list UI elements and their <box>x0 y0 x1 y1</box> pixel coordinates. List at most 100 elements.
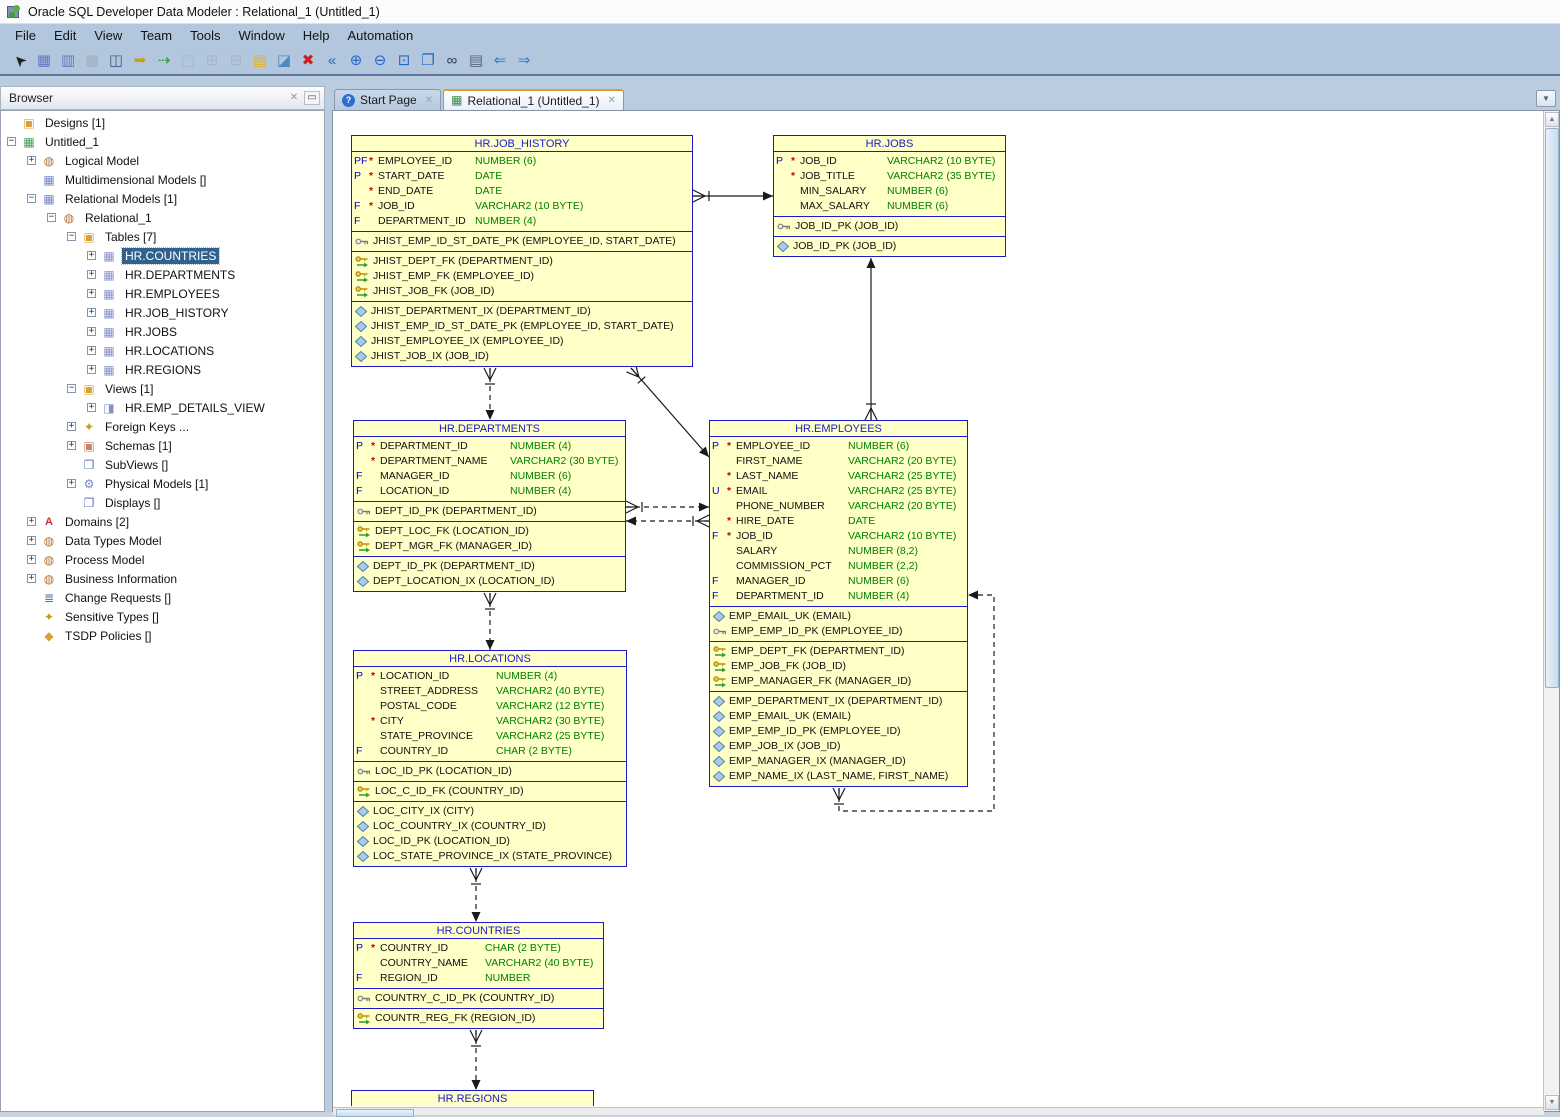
indexes-row[interactable]: LOC_STATE_PROVINCE_IX (STATE_PROVINCE) <box>354 849 626 864</box>
scroll-down-icon[interactable]: ▼ <box>1545 1095 1559 1110</box>
foreign-keys-row[interactable]: EMP_DEPT_FK (DEPARTMENT_ID) <box>710 644 967 659</box>
column-row[interactable]: P*EMPLOYEE_IDNUMBER (6) <box>710 439 967 454</box>
column-row[interactable]: *DEPARTMENT_NAMEVARCHAR2 (30 BYTE) <box>354 454 625 469</box>
menu-team[interactable]: Team <box>131 26 181 45</box>
select-pointer-icon[interactable]: ➤ <box>9 49 31 71</box>
indexes-row[interactable]: DEPT_LOCATION_IX (LOCATION_ID) <box>354 574 625 589</box>
entity-title[interactable]: HR.LOCATIONS <box>354 651 626 667</box>
tree-item-hr-locations[interactable]: +▦HR.LOCATIONS <box>1 341 324 360</box>
entity-hr-jobs[interactable]: HR.JOBSP*JOB_IDVARCHAR2 (10 BYTE)*JOB_TI… <box>773 135 1006 257</box>
keys-row[interactable]: EMP_EMAIL_UK (EMAIL) <box>710 609 967 624</box>
column-row[interactable]: F*JOB_IDVARCHAR2 (10 BYTE) <box>352 199 692 214</box>
tab-list-dropdown-icon[interactable]: ▼ <box>1536 90 1556 107</box>
tree-item-schemas-1[interactable]: +▣Schemas [1] <box>1 436 324 455</box>
column-row[interactable]: SALARYNUMBER (8,2) <box>710 544 967 559</box>
entity-title[interactable]: HR.DEPARTMENTS <box>354 421 625 437</box>
column-row[interactable]: FLOCATION_IDNUMBER (4) <box>354 484 625 499</box>
tab-start-page[interactable]: ?Start Page✕ <box>334 89 441 110</box>
entity-title[interactable]: HR.COUNTRIES <box>354 923 603 939</box>
column-row[interactable]: P*JOB_IDVARCHAR2 (10 BYTE) <box>774 154 1005 169</box>
column-row[interactable]: STREET_ADDRESSVARCHAR2 (40 BYTE) <box>354 684 626 699</box>
foreign-keys-row[interactable]: JHIST_JOB_FK (JOB_ID) <box>352 284 692 299</box>
tree-item-business-information[interactable]: +◍Business Information <box>1 569 324 588</box>
column-row[interactable]: STATE_PROVINCEVARCHAR2 (25 BYTE) <box>354 729 626 744</box>
foreign-keys-row[interactable]: EMP_MANAGER_FK (MANAGER_ID) <box>710 674 967 689</box>
new-view-icon[interactable]: ▥ <box>57 49 79 71</box>
collapse-all-icon[interactable]: « <box>321 49 343 71</box>
expand-icon[interactable]: + <box>67 422 76 431</box>
column-row[interactable]: PHONE_NUMBERVARCHAR2 (20 BYTE) <box>710 499 967 514</box>
expand-icon[interactable]: + <box>27 574 36 583</box>
collapse-icon[interactable]: − <box>67 384 76 393</box>
expand-icon[interactable]: + <box>87 403 96 412</box>
column-row[interactable]: FIRST_NAMEVARCHAR2 (20 BYTE) <box>710 454 967 469</box>
foreign-keys-row[interactable]: JHIST_EMP_FK (EMPLOYEE_ID) <box>352 269 692 284</box>
panel-close-icon[interactable]: ✕ <box>286 91 302 105</box>
column-row[interactable]: *LAST_NAMEVARCHAR2 (25 BYTE) <box>710 469 967 484</box>
entity-title[interactable]: HR.EMPLOYEES <box>710 421 967 437</box>
tree-item-hr-departments[interactable]: +▦HR.DEPARTMENTS <box>1 265 324 284</box>
keys-row[interactable]: DEPT_ID_PK (DEPARTMENT_ID) <box>354 504 625 519</box>
foreign-keys-row[interactable]: LOC_C_ID_FK (COUNTRY_ID) <box>354 784 626 799</box>
entity-hr-job-history[interactable]: HR.JOB_HISTORYPF*EMPLOYEE_IDNUMBER (6)P*… <box>351 135 693 367</box>
panel-splitter[interactable] <box>325 86 332 1112</box>
tree-item-hr-emp-details-view[interactable]: +◨HR.EMP_DETAILS_VIEW <box>1 398 324 417</box>
zoom-in-icon[interactable]: ⊕ <box>345 49 367 71</box>
expand-icon[interactable]: + <box>87 308 96 317</box>
column-row[interactable]: P*DEPARTMENT_IDNUMBER (4) <box>354 439 625 454</box>
resize-window-icon[interactable]: ❐ <box>417 49 439 71</box>
tree-item-data-types-model[interactable]: +◍Data Types Model <box>1 531 324 550</box>
entity-hr-locations[interactable]: HR.LOCATIONSP*LOCATION_IDNUMBER (4)STREE… <box>353 650 627 867</box>
entity-title[interactable]: HR.JOB_HISTORY <box>352 136 692 152</box>
indexes-row[interactable]: EMP_NAME_IX (LAST_NAME, FIRST_NAME) <box>710 769 967 784</box>
column-row[interactable]: FCOUNTRY_IDCHAR (2 BYTE) <box>354 744 626 759</box>
tab-close-icon[interactable]: ✕ <box>425 95 433 106</box>
foreign-keys-row[interactable]: DEPT_LOC_FK (LOCATION_ID) <box>354 524 625 539</box>
column-row[interactable]: U*EMAILVARCHAR2 (25 BYTE) <box>710 484 967 499</box>
column-row[interactable]: COUNTRY_NAMEVARCHAR2 (40 BYTE) <box>354 956 603 971</box>
indexes-row[interactable]: DEPT_ID_PK (DEPARTMENT_ID) <box>354 559 625 574</box>
collapse-icon[interactable]: − <box>47 213 56 222</box>
indexes-row[interactable]: JOB_ID_PK (JOB_ID) <box>774 239 1005 254</box>
menu-view[interactable]: View <box>85 26 131 45</box>
menu-help[interactable]: Help <box>294 26 339 45</box>
tree-item-subviews[interactable]: ❐SubViews [] <box>1 455 324 474</box>
design-dictionary-icon[interactable]: ▤ <box>465 49 487 71</box>
expand-icon[interactable]: + <box>87 365 96 374</box>
menu-tools[interactable]: Tools <box>181 26 229 45</box>
forward-icon[interactable]: ⇒ <box>513 49 535 71</box>
indexes-row[interactable]: JHIST_EMP_ID_ST_DATE_PK (EMPLOYEE_ID, ST… <box>352 319 692 334</box>
keys-row[interactable]: JOB_ID_PK (JOB_ID) <box>774 219 1005 234</box>
connector-jhist_emp_fk[interactable] <box>631 368 709 457</box>
back-icon[interactable]: ⇐ <box>489 49 511 71</box>
vertical-scrollbar[interactable]: ▲ ▼ <box>1543 111 1559 1111</box>
diagram-canvas[interactable]: HR.JOB_HISTORYPF*EMPLOYEE_IDNUMBER (6)P*… <box>333 111 1544 1106</box>
expand-icon[interactable]: + <box>27 517 36 526</box>
indexes-row[interactable]: EMP_EMP_ID_PK (EMPLOYEE_ID) <box>710 724 967 739</box>
tab-relational-1-untitled-1[interactable]: ▦Relational_1 (Untitled_1)✕ <box>443 89 624 110</box>
keys-row[interactable]: LOC_ID_PK (LOCATION_ID) <box>354 764 626 779</box>
menu-automation[interactable]: Automation <box>338 26 422 45</box>
column-row[interactable]: *HIRE_DATEDATE <box>710 514 967 529</box>
menu-file[interactable]: File <box>6 26 45 45</box>
new-note-icon[interactable]: ▤ <box>249 49 271 71</box>
flow-arrow-icon[interactable]: ⇢ <box>153 49 175 71</box>
tree-item-hr-job-history[interactable]: +▦HR.JOB_HISTORY <box>1 303 324 322</box>
indexes-row[interactable]: EMP_JOB_IX (JOB_ID) <box>710 739 967 754</box>
keys-row[interactable]: JHIST_EMP_ID_ST_DATE_PK (EMPLOYEE_ID, ST… <box>352 234 692 249</box>
expand-icon[interactable]: + <box>87 270 96 279</box>
indexes-row[interactable]: LOC_ID_PK (LOCATION_ID) <box>354 834 626 849</box>
new-foreign-key-icon[interactable]: ➥ <box>129 49 151 71</box>
indexes-row[interactable]: EMP_MANAGER_IX (MANAGER_ID) <box>710 754 967 769</box>
tree-item-logical-model[interactable]: +◍Logical Model <box>1 151 324 170</box>
indexes-row[interactable]: LOC_CITY_IX (CITY) <box>354 804 626 819</box>
column-row[interactable]: FMANAGER_IDNUMBER (6) <box>354 469 625 484</box>
column-row[interactable]: *CITYVARCHAR2 (30 BYTE) <box>354 714 626 729</box>
split-table-icon[interactable]: ◫ <box>105 49 127 71</box>
indexes-row[interactable]: JHIST_DEPARTMENT_IX (DEPARTMENT_ID) <box>352 304 692 319</box>
tree-item-process-model[interactable]: +◍Process Model <box>1 550 324 569</box>
entity-title[interactable]: HR.JOBS <box>774 136 1005 152</box>
menu-edit[interactable]: Edit <box>45 26 85 45</box>
tree-item-domains-2[interactable]: +ADomains [2] <box>1 512 324 531</box>
tree-item-hr-jobs[interactable]: +▦HR.JOBS <box>1 322 324 341</box>
